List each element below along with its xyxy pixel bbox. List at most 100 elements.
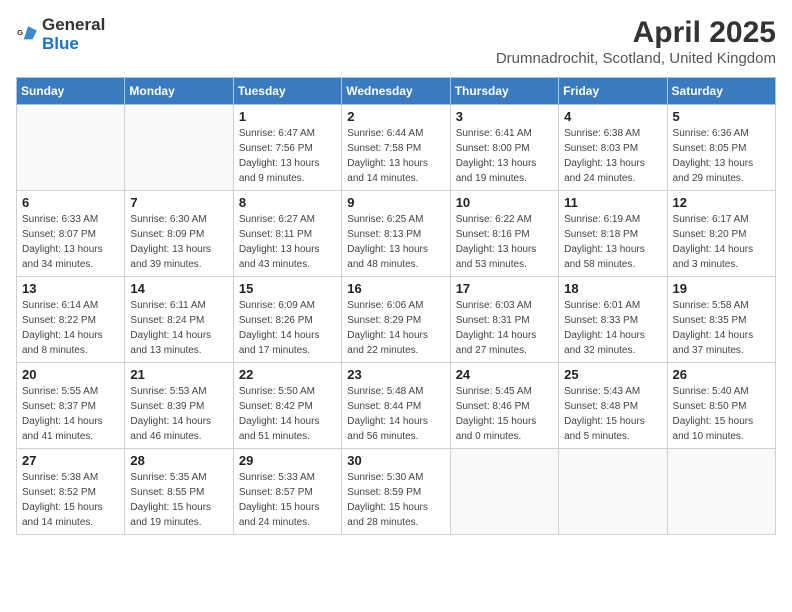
day-number: 20 <box>22 367 119 382</box>
day-info: Sunrise: 5:35 AM Sunset: 8:55 PM Dayligh… <box>130 470 227 530</box>
day-number: 22 <box>239 367 336 382</box>
cell-content: 5Sunrise: 6:36 AM Sunset: 8:05 PM Daylig… <box>673 109 770 186</box>
calendar-cell: 3 Sunrise: 6:41 AM Sunset: 8:00 PM Daylig… <box>450 105 558 191</box>
day-info: Sunrise: 5:38 AM Sunset: 8:52 PM Dayligh… <box>22 470 119 530</box>
cell-content: 18 Sunrise: 6:01 AM Sunset: 8:33 PM Dayli… <box>564 281 661 358</box>
calendar-cell: 24Sunrise: 5:45 AM Sunset: 8:46 PM Dayli… <box>450 363 558 449</box>
cell-content: 2 Sunrise: 6:44 AM Sunset: 7:58 PM Daylig… <box>347 109 444 186</box>
day-info: Sunrise: 6:33 AM Sunset: 8:07 PM Dayligh… <box>22 212 119 272</box>
day-number: 1 <box>239 109 336 124</box>
day-number: 2 <box>347 109 444 124</box>
cell-content: 16Sunrise: 6:06 AM Sunset: 8:29 PM Dayli… <box>347 281 444 358</box>
day-info: Sunrise: 6:22 AM Sunset: 8:16 PM Dayligh… <box>456 212 553 272</box>
day-number: 23 <box>347 367 444 382</box>
cell-content: 1Sunrise: 6:47 AM Sunset: 7:56 PM Daylig… <box>239 109 336 186</box>
cell-content: 7Sunrise: 6:30 AM Sunset: 8:09 PM Daylig… <box>130 195 227 272</box>
cell-content: 3 Sunrise: 6:41 AM Sunset: 8:00 PM Daylig… <box>456 109 553 186</box>
logo-icon: G <box>16 24 38 46</box>
calendar-cell: 11Sunrise: 6:19 AM Sunset: 8:18 PM Dayli… <box>559 191 667 277</box>
cell-content: 20 Sunrise: 5:55 AM Sunset: 8:37 PM Dayli… <box>22 367 119 444</box>
day-info: Sunrise: 5:45 AM Sunset: 8:46 PM Dayligh… <box>456 384 553 444</box>
day-number: 26 <box>673 367 770 382</box>
logo: G General Blue <box>16 16 105 53</box>
calendar-cell <box>450 449 558 535</box>
day-info: Sunrise: 5:55 AM Sunset: 8:37 PM Dayligh… <box>22 384 119 444</box>
cell-content: 15Sunrise: 6:09 AM Sunset: 8:26 PM Dayli… <box>239 281 336 358</box>
day-number: 18 <box>564 281 661 296</box>
day-number: 28 <box>130 453 227 468</box>
day-number: 8 <box>239 195 336 210</box>
cell-content: 26Sunrise: 5:40 AM Sunset: 8:50 PM Dayli… <box>673 367 770 444</box>
cell-content: 22Sunrise: 5:50 AM Sunset: 8:42 PM Dayli… <box>239 367 336 444</box>
calendar-header-monday: Monday <box>125 78 233 105</box>
calendar-cell <box>17 105 125 191</box>
day-info: Sunrise: 6:41 AM Sunset: 8:00 PM Dayligh… <box>456 126 553 186</box>
day-number: 4 <box>564 109 661 124</box>
cell-content: 9 Sunrise: 6:25 AM Sunset: 8:13 PM Daylig… <box>347 195 444 272</box>
day-info: Sunrise: 6:14 AM Sunset: 8:22 PM Dayligh… <box>22 298 119 358</box>
logo-general: General <box>42 16 105 35</box>
cell-content: 29Sunrise: 5:33 AM Sunset: 8:57 PM Dayli… <box>239 453 336 530</box>
calendar-cell: 28 Sunrise: 5:35 AM Sunset: 8:55 PM Dayli… <box>125 449 233 535</box>
calendar-week-row: 27 Sunrise: 5:38 AM Sunset: 8:52 PM Dayli… <box>17 449 776 535</box>
day-info: Sunrise: 6:36 AM Sunset: 8:05 PM Dayligh… <box>673 126 770 186</box>
calendar-cell <box>559 449 667 535</box>
calendar-cell: 5Sunrise: 6:36 AM Sunset: 8:05 PM Daylig… <box>667 105 775 191</box>
day-info: Sunrise: 6:30 AM Sunset: 8:09 PM Dayligh… <box>130 212 227 272</box>
day-number: 21 <box>130 367 227 382</box>
day-number: 14 <box>130 281 227 296</box>
cell-content: 28 Sunrise: 5:35 AM Sunset: 8:55 PM Dayli… <box>130 453 227 530</box>
title-area: April 2025 Drumnadrochit, Scotland, Unit… <box>496 16 776 67</box>
calendar-header-tuesday: Tuesday <box>233 78 341 105</box>
day-info: Sunrise: 6:25 AM Sunset: 8:13 PM Dayligh… <box>347 212 444 272</box>
cell-content: 25 Sunrise: 5:43 AM Sunset: 8:48 PM Dayli… <box>564 367 661 444</box>
calendar-cell: 30Sunrise: 5:30 AM Sunset: 8:59 PM Dayli… <box>342 449 450 535</box>
cell-content: 21Sunrise: 5:53 AM Sunset: 8:39 PM Dayli… <box>130 367 227 444</box>
cell-content: 6 Sunrise: 6:33 AM Sunset: 8:07 PM Daylig… <box>22 195 119 272</box>
day-number: 17 <box>456 281 553 296</box>
calendar-week-row: 20 Sunrise: 5:55 AM Sunset: 8:37 PM Dayli… <box>17 363 776 449</box>
day-number: 25 <box>564 367 661 382</box>
calendar-cell: 25 Sunrise: 5:43 AM Sunset: 8:48 PM Dayli… <box>559 363 667 449</box>
calendar-table: SundayMondayTuesdayWednesdayThursdayFrid… <box>16 77 776 535</box>
calendar-week-row: 6 Sunrise: 6:33 AM Sunset: 8:07 PM Daylig… <box>17 191 776 277</box>
cell-content: 27 Sunrise: 5:38 AM Sunset: 8:52 PM Dayli… <box>22 453 119 530</box>
cell-content: 13 Sunrise: 6:14 AM Sunset: 8:22 PM Dayli… <box>22 281 119 358</box>
day-info: Sunrise: 5:33 AM Sunset: 8:57 PM Dayligh… <box>239 470 336 530</box>
day-info: Sunrise: 5:48 AM Sunset: 8:44 PM Dayligh… <box>347 384 444 444</box>
calendar-cell <box>667 449 775 535</box>
cell-content: 4Sunrise: 6:38 AM Sunset: 8:03 PM Daylig… <box>564 109 661 186</box>
calendar-cell: 18 Sunrise: 6:01 AM Sunset: 8:33 PM Dayli… <box>559 277 667 363</box>
day-info: Sunrise: 6:19 AM Sunset: 8:18 PM Dayligh… <box>564 212 661 272</box>
calendar-cell: 7Sunrise: 6:30 AM Sunset: 8:09 PM Daylig… <box>125 191 233 277</box>
calendar-cell: 19Sunrise: 5:58 AM Sunset: 8:35 PM Dayli… <box>667 277 775 363</box>
day-info: Sunrise: 6:44 AM Sunset: 7:58 PM Dayligh… <box>347 126 444 186</box>
day-number: 27 <box>22 453 119 468</box>
day-number: 13 <box>22 281 119 296</box>
calendar-header-thursday: Thursday <box>450 78 558 105</box>
calendar-cell: 22Sunrise: 5:50 AM Sunset: 8:42 PM Dayli… <box>233 363 341 449</box>
cell-content: 30Sunrise: 5:30 AM Sunset: 8:59 PM Dayli… <box>347 453 444 530</box>
day-number: 12 <box>673 195 770 210</box>
day-number: 3 <box>456 109 553 124</box>
calendar-header-row: SundayMondayTuesdayWednesdayThursdayFrid… <box>17 78 776 105</box>
calendar-cell: 27 Sunrise: 5:38 AM Sunset: 8:52 PM Dayli… <box>17 449 125 535</box>
location-title: Drumnadrochit, Scotland, United Kingdom <box>496 50 776 67</box>
day-info: Sunrise: 5:43 AM Sunset: 8:48 PM Dayligh… <box>564 384 661 444</box>
day-number: 9 <box>347 195 444 210</box>
cell-content: 12Sunrise: 6:17 AM Sunset: 8:20 PM Dayli… <box>673 195 770 272</box>
calendar-cell: 8 Sunrise: 6:27 AM Sunset: 8:11 PM Daylig… <box>233 191 341 277</box>
month-title: April 2025 <box>496 16 776 50</box>
cell-content: 24Sunrise: 5:45 AM Sunset: 8:46 PM Dayli… <box>456 367 553 444</box>
day-info: Sunrise: 6:01 AM Sunset: 8:33 PM Dayligh… <box>564 298 661 358</box>
day-info: Sunrise: 5:58 AM Sunset: 8:35 PM Dayligh… <box>673 298 770 358</box>
calendar-cell: 17Sunrise: 6:03 AM Sunset: 8:31 PM Dayli… <box>450 277 558 363</box>
day-number: 10 <box>456 195 553 210</box>
day-number: 6 <box>22 195 119 210</box>
calendar-header-wednesday: Wednesday <box>342 78 450 105</box>
calendar-week-row: 13 Sunrise: 6:14 AM Sunset: 8:22 PM Dayli… <box>17 277 776 363</box>
cell-content: 23 Sunrise: 5:48 AM Sunset: 8:44 PM Dayli… <box>347 367 444 444</box>
day-info: Sunrise: 6:27 AM Sunset: 8:11 PM Dayligh… <box>239 212 336 272</box>
calendar-cell <box>125 105 233 191</box>
calendar-cell: 10 Sunrise: 6:22 AM Sunset: 8:16 PM Dayli… <box>450 191 558 277</box>
